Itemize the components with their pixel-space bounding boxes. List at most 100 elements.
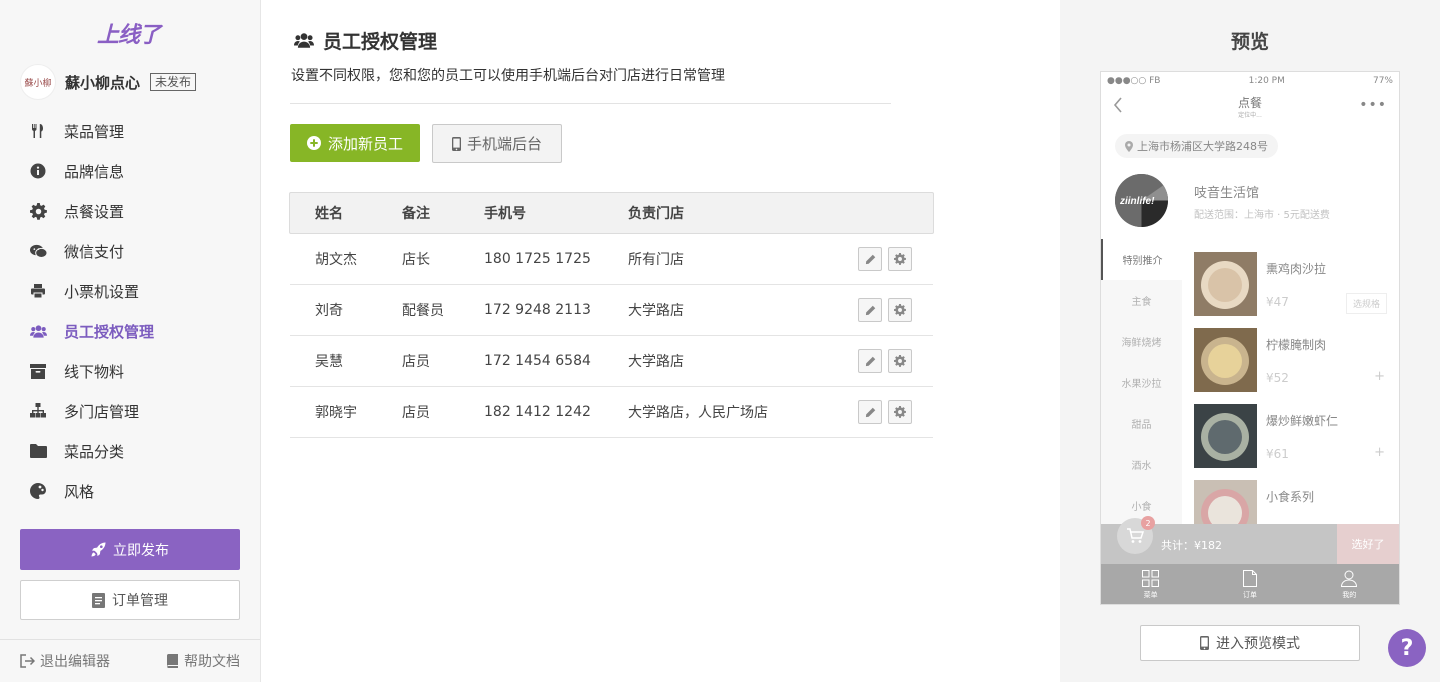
sidebar-item-printer[interactable]: 小票机设置: [0, 271, 260, 311]
sidebar-item-brand[interactable]: 品牌信息: [0, 151, 260, 191]
help-docs-link[interactable]: 帮助文档: [166, 651, 240, 671]
category-item[interactable]: 水果沙拉: [1101, 362, 1182, 403]
sidebar-item-dishes[interactable]: 菜品管理: [0, 111, 260, 151]
category-item[interactable]: 酒水: [1101, 444, 1182, 485]
category-item[interactable]: 特别推介: [1101, 239, 1182, 280]
sidebar-item-categories[interactable]: 菜品分类: [0, 431, 260, 471]
sidebar-footer: 退出编辑器 帮助文档: [0, 639, 260, 682]
dish-item[interactable]: 柠檬腌制肉 ¥52 +: [1194, 328, 1399, 404]
cart-total: 共计：¥182: [1161, 539, 1222, 552]
pencil-icon: [865, 254, 876, 265]
sidebar-item-order-settings[interactable]: 点餐设置: [0, 191, 260, 231]
cell-phone: 182 1412 1242: [484, 404, 591, 420]
settings-button[interactable]: [888, 247, 912, 271]
dish-price: ¥47: [1266, 295, 1289, 309]
sidebar-item-label: 线下物料: [64, 362, 125, 381]
sidebar-item-wechat-pay[interactable]: 微信支付: [0, 231, 260, 271]
dish-price: ¥61: [1266, 447, 1289, 461]
gear-icon: [894, 355, 906, 367]
edit-button[interactable]: [858, 298, 882, 322]
page-description: 设置不同权限，您和您的员工可以使用手机端后台对门店进行日常管理: [291, 68, 725, 84]
row-actions: [858, 400, 918, 424]
wechat-icon: [29, 242, 47, 260]
book-icon: [167, 654, 178, 668]
column-header-name: 姓名: [315, 206, 343, 222]
choose-spec-button[interactable]: 选规格: [1345, 293, 1387, 314]
sign-out-icon: [20, 654, 35, 668]
cell-note: 配餐员: [402, 303, 444, 319]
sidebar-item-staff[interactable]: 员工授权管理: [0, 311, 260, 351]
palette-icon: [29, 482, 47, 500]
add-dish-button[interactable]: +: [1374, 369, 1385, 384]
dish-item[interactable]: 爆炒鲜嫩虾仁 ¥61 +: [1194, 404, 1399, 480]
settings-button[interactable]: [888, 400, 912, 424]
sidebar-item-label: 微信支付: [64, 242, 125, 261]
add-dish-button[interactable]: +: [1374, 445, 1385, 460]
sidebar-item-label: 品牌信息: [64, 162, 125, 181]
preview-title: 预览: [1230, 31, 1269, 53]
help-button[interactable]: ?: [1388, 629, 1426, 667]
staff-table: 姓名 备注 手机号 负责门店 胡文杰 店长 180 1725 1725 所有门店 刘奇 配…: [289, 192, 934, 438]
cell-note: 店员: [402, 405, 430, 421]
status-time: 1:20 PM: [1248, 76, 1285, 86]
edit-button[interactable]: [858, 247, 882, 271]
edit-button[interactable]: [858, 349, 882, 373]
dish-image: [1194, 252, 1257, 316]
cell-name: 刘奇: [315, 303, 343, 319]
dish-image: [1194, 404, 1257, 468]
category-item[interactable]: 海鲜烧烤: [1101, 321, 1182, 362]
publish-label: 立即发布: [113, 542, 169, 559]
add-staff-label: 添加新员工: [327, 134, 403, 153]
more-icon: •••: [1359, 97, 1387, 113]
table-row: 郭晓宇 店员 182 1412 1242 大学路店，人民广场店: [290, 387, 933, 438]
category-item[interactable]: 主食: [1101, 280, 1182, 321]
fork-knife-icon: [29, 122, 47, 140]
tab-label: 菜单: [1143, 591, 1158, 599]
settings-button[interactable]: [888, 349, 912, 373]
sidebar-item-materials[interactable]: 线下物料: [0, 351, 260, 391]
settings-button[interactable]: [888, 298, 912, 322]
sidebar-item-label: 菜品管理: [64, 122, 125, 141]
checkout-button[interactable]: 选好了: [1337, 524, 1399, 564]
sitemap-icon: [29, 402, 47, 420]
category-list: 特别推介 主食 海鲜烧烤 水果沙拉 甜品 酒水 小食: [1101, 239, 1182, 526]
phone-nav-title: 点餐: [1237, 96, 1262, 110]
phone-status-bar: ●●●○○ FB 1:20 PM 77%: [1101, 72, 1399, 90]
row-actions: [858, 349, 918, 373]
dish-image: [1194, 328, 1257, 392]
cell-store: 大学路店，人民广场店: [628, 405, 768, 421]
tab-orders[interactable]: 订单: [1200, 564, 1299, 604]
edit-button[interactable]: [858, 400, 882, 424]
phone-navbar: 点餐 定位中... •••: [1101, 90, 1399, 124]
app-logo[interactable]: 上线了: [97, 17, 161, 49]
shop-header: 蘇小柳 蘇小柳点心 未发布: [20, 64, 197, 100]
dish-item[interactable]: 熏鸡肉沙拉 ¥47 选规格: [1194, 252, 1399, 328]
table-row: 吴慧 店员 172 1454 6584 大学路店: [290, 336, 933, 387]
enter-preview-button[interactable]: 进入预览模式: [1140, 625, 1360, 661]
cell-name: 郭晓宇: [315, 405, 357, 421]
grid-icon: [1142, 570, 1160, 587]
dish-name: 熏鸡肉沙拉: [1266, 262, 1327, 276]
document-icon: [92, 592, 105, 608]
pencil-icon: [865, 356, 876, 367]
gear-icon: [894, 406, 906, 418]
status-carrier: ●●●○○ FB: [1107, 76, 1161, 86]
add-staff-button[interactable]: 添加新员工: [290, 124, 420, 162]
sidebar-item-multi-store[interactable]: 多门店管理: [0, 391, 260, 431]
exit-editor-link[interactable]: 退出编辑器: [20, 651, 110, 671]
status-badge: 未发布: [150, 73, 197, 91]
store-info: 配送范围：上海市 · 5元配送费: [1194, 210, 1330, 221]
sidebar-item-style[interactable]: 风格: [0, 471, 260, 511]
tab-me[interactable]: 我的: [1300, 564, 1399, 604]
phone-nav-subtitle: 定位中...: [1238, 112, 1262, 119]
rocket-icon: [91, 542, 106, 557]
category-item[interactable]: 甜品: [1101, 403, 1182, 444]
tab-menu[interactable]: 菜单: [1101, 564, 1200, 604]
plus-circle-icon: [306, 136, 321, 150]
column-header-store: 负责门店: [628, 206, 684, 222]
publish-button[interactable]: 立即发布: [20, 529, 240, 570]
store-logo-text: ziinlife!: [1119, 196, 1155, 207]
mobile-admin-button[interactable]: 手机端后台: [432, 124, 562, 163]
orders-button[interactable]: 订单管理: [20, 580, 240, 620]
gear-icon: [894, 253, 906, 265]
